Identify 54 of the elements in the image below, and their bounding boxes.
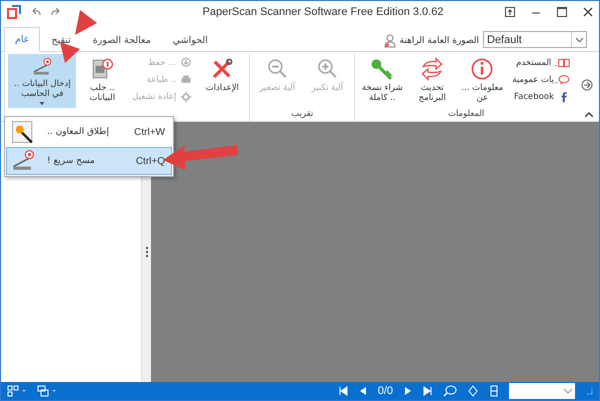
- tools-icon: [210, 57, 234, 81]
- ribbon-tab[interactable]: الحواشي: [162, 27, 219, 52]
- group-label: المعلومات: [448, 109, 484, 119]
- annotation-arrow: [75, 10, 97, 35]
- refresh-icon: [420, 57, 444, 81]
- next-page-icon[interactable]: [403, 386, 413, 396]
- restore-icon[interactable]: [505, 7, 515, 17]
- collapse-icon[interactable]: [585, 112, 593, 117]
- next-arrow-icon[interactable]: [581, 79, 593, 91]
- fit-page-icon[interactable]: [489, 385, 499, 397]
- key-icon: [370, 57, 394, 81]
- user-icon: [384, 34, 396, 48]
- printer-icon: [180, 74, 192, 86]
- rotate-icon[interactable]: [467, 385, 479, 397]
- caret-icon: [39, 102, 46, 105]
- scanner-icon: [11, 149, 35, 173]
- previous-page-icon[interactable]: [358, 386, 368, 396]
- redo-icon[interactable]: [51, 8, 61, 16]
- group-label: تقريب: [291, 109, 314, 119]
- profile-label: الصورة العامة الراهنة: [400, 36, 479, 46]
- magic-wand-icon: [11, 120, 35, 144]
- ribbon-button[interactable]: Facebook: [512, 91, 570, 103]
- resize-grip-icon: [585, 387, 593, 395]
- ribbon-button[interactable]: معلومات ... عن: [458, 54, 506, 108]
- window-title: PaperScan Scanner Software Free Edition 3.0.62: [202, 6, 444, 18]
- app-logo-icon: [7, 5, 21, 19]
- zoom-field[interactable]: [509, 383, 575, 399]
- profile-dropdown[interactable]: Default: [483, 31, 587, 48]
- close-icon[interactable]: [583, 7, 593, 17]
- gear-icon: [180, 91, 192, 103]
- layout-icon[interactable]: [7, 385, 27, 397]
- caret-icon: [576, 38, 582, 42]
- document-icon: [90, 57, 114, 81]
- zoom-icon[interactable]: [443, 385, 457, 397]
- ribbon-button[interactable]: شراء نسخة .. كاملة: [358, 54, 406, 108]
- info-icon: [470, 57, 494, 81]
- download-icon: [180, 57, 192, 69]
- ribbon-button[interactable]: ِ المستخدم: [512, 57, 570, 69]
- ribbon-button[interactable]: الإعدادات: [198, 54, 246, 108]
- windows-icon[interactable]: [37, 385, 57, 397]
- last-page-icon[interactable]: [423, 386, 433, 396]
- ribbon-button[interactable]: إدخال البيانات .. في الحاسب: [8, 54, 76, 108]
- book-icon: [558, 57, 570, 69]
- page-counter: 0/0: [378, 385, 393, 397]
- ribbon-button[interactable]: .. جلب البيانات: [78, 54, 126, 108]
- ribbon-tab[interactable]: عام: [4, 27, 40, 52]
- ribbon-tab[interactable]: تنقيح: [40, 27, 82, 52]
- first-page-icon[interactable]: [338, 386, 348, 396]
- maximize-icon[interactable]: [557, 7, 567, 17]
- speech-bubble-icon: [558, 74, 570, 86]
- ribbon-button[interactable]: ِيات عمومية: [512, 74, 570, 86]
- undo-icon[interactable]: [31, 8, 41, 16]
- ribbon-button[interactable]: تحديث البرنامج: [408, 54, 456, 108]
- ribbon-tab[interactable]: معالجة الصورة: [82, 27, 162, 52]
